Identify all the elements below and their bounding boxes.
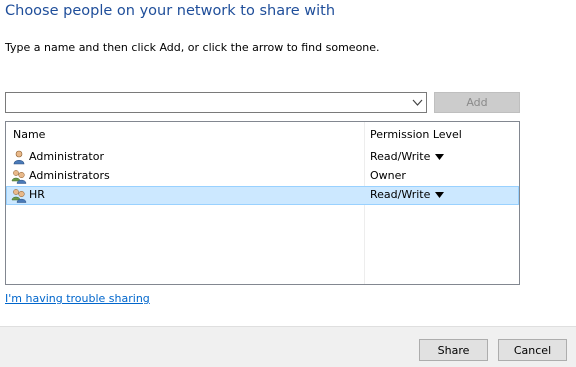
- user-icon: [13, 150, 25, 165]
- dialog-title: Choose people on your network to share w…: [5, 3, 336, 19]
- list-item[interactable]: Administrator Read/Write: [6, 148, 519, 167]
- list-item[interactable]: Administrators Owner: [6, 167, 519, 186]
- people-list[interactable]: Name Permission Level Administrator Read…: [5, 121, 520, 285]
- chevron-down-icon[interactable]: [412, 98, 423, 107]
- list-item-name: Administrators: [29, 169, 110, 182]
- permission-level[interactable]: Read/Write: [370, 150, 430, 163]
- group-icon: [11, 170, 27, 184]
- add-button[interactable]: Add: [434, 92, 520, 113]
- name-combobox[interactable]: [5, 92, 427, 113]
- permission-level[interactable]: Read/Write: [370, 188, 430, 201]
- list-header: Name Permission Level: [6, 122, 519, 146]
- column-header-permission[interactable]: Permission Level: [370, 128, 462, 141]
- trouble-sharing-link[interactable]: I'm having trouble sharing: [5, 292, 150, 305]
- name-input[interactable]: [6, 93, 406, 112]
- share-dialog: Choose people on your network to share w…: [0, 0, 576, 367]
- share-button[interactable]: Share: [419, 339, 488, 361]
- group-icon: [11, 189, 27, 203]
- dialog-footer: Share Cancel: [0, 326, 576, 367]
- instruction-text: Type a name and then click Add, or click…: [5, 41, 380, 54]
- permission-dropdown-icon[interactable]: [435, 192, 444, 198]
- list-item-name: Administrator: [29, 150, 104, 163]
- column-header-name[interactable]: Name: [13, 128, 45, 141]
- permission-dropdown-icon[interactable]: [435, 154, 444, 160]
- permission-level: Owner: [370, 169, 406, 182]
- list-item-selected[interactable]: HR Read/Write: [6, 186, 519, 205]
- cancel-button[interactable]: Cancel: [498, 339, 567, 361]
- list-item-name: HR: [29, 188, 45, 201]
